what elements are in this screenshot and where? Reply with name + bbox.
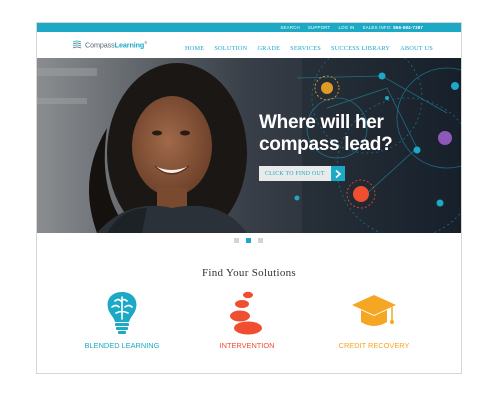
logo-text-learning: Learning — [114, 40, 145, 50]
browser-page: SEARCH SUPPORT LOG IN SALES INFO: 866-58… — [36, 22, 462, 374]
solution-credit-recovery[interactable]: CREDIT RECOVERY — [314, 289, 434, 350]
nav-item-about-us[interactable]: ABOUT US — [400, 45, 433, 52]
nav-item-grade[interactable]: GRADE — [257, 45, 280, 52]
solution-credit-recovery-label: CREDIT RECOVERY — [338, 341, 410, 350]
logo-text-compass: Compass — [85, 40, 115, 50]
nav-item-success-library[interactable]: SUCCESS LIBRARY — [331, 45, 390, 52]
utility-bar: SEARCH SUPPORT LOG IN SALES INFO: 866-58… — [37, 23, 461, 32]
graduation-cap-icon — [352, 295, 396, 326]
nav-item-services[interactable]: SERVICES — [290, 45, 321, 52]
hero-headline-line2: compass lead? — [259, 134, 393, 155]
carousel-dot-1[interactable] — [234, 238, 239, 243]
nav-item-home[interactable]: HOME — [185, 45, 204, 52]
find-out-button-label: CLICK TO FIND OUT — [259, 166, 331, 181]
hero-photo — [37, 58, 461, 233]
sales-info: SALES INFO: 866-584-7387 — [363, 25, 423, 30]
solutions-heading: Find Your Solutions — [201, 267, 297, 279]
compass-learning-logo[interactable]: CompassLearning® — [72, 40, 147, 50]
hero-banner: Where will her compass lead? CLICK TO FI… — [37, 58, 461, 233]
solution-intervention-label: INTERVENTION — [219, 341, 275, 350]
support-link[interactable]: SUPPORT — [308, 25, 331, 30]
nav-item-solution[interactable]: SOLUTION — [214, 45, 247, 52]
carousel-dot-3[interactable] — [258, 238, 263, 243]
chevron-right-icon — [330, 166, 345, 181]
site-header: CompassLearning® HOME SOLUTION GRADE SER… — [37, 32, 461, 57]
solution-blended-learning-label: BLENDED LEARNING — [84, 341, 160, 350]
main-nav: HOME SOLUTION GRADE SERVICES SUCCESS LIB… — [185, 45, 433, 52]
hero-headline: Where will her compass lead? — [259, 112, 393, 156]
sales-phone[interactable]: 866-584-7387 — [393, 25, 423, 30]
login-link[interactable]: LOG IN — [338, 25, 354, 30]
solution-blended-learning[interactable]: BLENDED LEARNING — [62, 289, 182, 350]
logo-registered-mark: ® — [144, 40, 148, 46]
compass-swirl-icon — [72, 40, 82, 49]
hero-headline-line1: Where will her — [259, 112, 384, 133]
carousel-dot-2[interactable] — [246, 238, 251, 243]
carousel-indicators — [234, 238, 263, 243]
find-out-button[interactable]: CLICK TO FIND OUT — [259, 166, 345, 181]
solution-intervention[interactable]: INTERVENTION — [187, 289, 307, 350]
stacked-stones-icon — [230, 291, 262, 335]
sales-info-label: SALES INFO: — [362, 25, 392, 30]
search-link[interactable]: SEARCH — [280, 25, 300, 30]
brain-bulb-icon — [107, 292, 137, 334]
